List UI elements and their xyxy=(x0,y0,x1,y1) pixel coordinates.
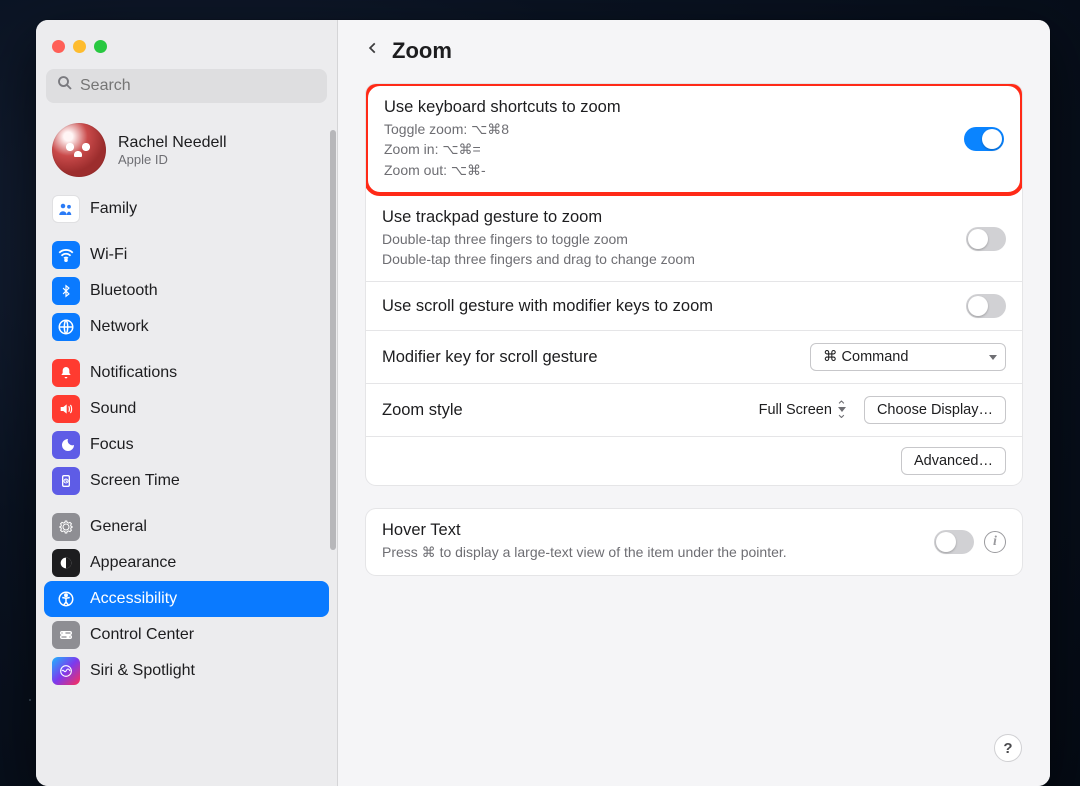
row-sub: Double-tap three fingers to toggle zoom … xyxy=(382,229,966,270)
row-hover-text: Hover Text Press ⌘ to display a large-te… xyxy=(366,509,1022,574)
sidebar-item-label: Network xyxy=(90,318,149,336)
sidebar-item-label: Notifications xyxy=(90,364,177,382)
header: Zoom xyxy=(366,38,1022,64)
family-icon xyxy=(52,195,80,223)
sidebar-item-label: Wi-Fi xyxy=(90,246,127,264)
sidebar-item-general[interactable]: General xyxy=(44,509,329,545)
close-button[interactable] xyxy=(52,40,65,53)
sidebar-item-label: General xyxy=(90,518,147,536)
bell-icon xyxy=(52,359,80,387)
sidebar-item-label: Accessibility xyxy=(90,590,177,608)
choose-display-button[interactable]: Choose Display… xyxy=(864,396,1006,424)
sidebar-item-screen-time[interactable]: Screen Time xyxy=(44,463,329,499)
wifi-icon xyxy=(52,241,80,269)
bluetooth-icon xyxy=(52,277,80,305)
row-title: Modifier key for scroll gesture xyxy=(382,348,810,367)
sidebar-list: Family Wi-Fi Bluetooth xyxy=(36,191,337,786)
search-wrap xyxy=(36,69,337,115)
avatar xyxy=(52,123,106,177)
hover-text-info-button[interactable]: i xyxy=(984,531,1006,553)
profile-subtitle: Apple ID xyxy=(118,152,227,167)
row-sub: Press ⌘ to display a large-text view of … xyxy=(382,542,934,562)
row-title: Use scroll gesture with modifier keys to… xyxy=(382,297,966,316)
sidebar-item-label: Screen Time xyxy=(90,472,180,490)
row-title: Use trackpad gesture to zoom xyxy=(382,208,966,227)
sidebar-item-sound[interactable]: Sound xyxy=(44,391,329,427)
screen-time-icon xyxy=(52,467,80,495)
sidebar-item-family[interactable]: Family xyxy=(44,191,329,227)
appearance-icon xyxy=(52,549,80,577)
sidebar-item-label: Siri & Spotlight xyxy=(90,662,195,680)
sidebar-item-label: Control Center xyxy=(90,626,194,644)
row-title: Use keyboard shortcuts to zoom xyxy=(384,98,964,117)
sidebar-item-bluetooth[interactable]: Bluetooth xyxy=(44,273,329,309)
sidebar-item-network[interactable]: Network xyxy=(44,309,329,345)
sound-icon xyxy=(52,395,80,423)
search-input[interactable] xyxy=(46,69,327,103)
page-title: Zoom xyxy=(392,38,452,64)
sidebar-item-label: Appearance xyxy=(90,554,176,572)
maximize-button[interactable] xyxy=(94,40,107,53)
sidebar-scrollbar[interactable] xyxy=(328,20,338,786)
sidebar-item-wifi[interactable]: Wi-Fi xyxy=(44,237,329,273)
search-icon xyxy=(56,74,74,92)
sidebar-item-focus[interactable]: Focus xyxy=(44,427,329,463)
select-value: ⌘ Command xyxy=(823,349,908,365)
minimize-button[interactable] xyxy=(73,40,86,53)
sidebar-item-accessibility[interactable]: Accessibility xyxy=(44,581,329,617)
zoom-style-select[interactable]: Full Screen ⌃⌄ xyxy=(747,396,854,424)
gear-icon xyxy=(52,513,80,541)
hover-text-card: Hover Text Press ⌘ to display a large-te… xyxy=(366,509,1022,574)
help-button[interactable]: ? xyxy=(994,734,1022,762)
keyboard-shortcuts-toggle[interactable] xyxy=(964,127,1004,151)
sidebar-item-control-center[interactable]: Control Center xyxy=(44,617,329,653)
sidebar-item-label: Sound xyxy=(90,400,136,418)
sidebar: Rachel Needell Apple ID Family Wi- xyxy=(36,20,338,786)
modifier-key-select[interactable]: ⌘ Command xyxy=(810,343,1006,371)
accessibility-icon xyxy=(52,585,80,613)
row-sub: Toggle zoom: ⌥⌘8 Zoom in: ⌥⌘= Zoom out: … xyxy=(384,119,964,180)
siri-icon xyxy=(52,657,80,685)
focus-icon xyxy=(52,431,80,459)
row-zoom-style: Zoom style Full Screen ⌃⌄ Choose Display… xyxy=(366,384,1022,437)
main-panel: Zoom Use keyboard shortcuts to zoom Togg… xyxy=(338,20,1050,786)
window-controls xyxy=(36,32,337,69)
advanced-button[interactable]: Advanced… xyxy=(901,447,1006,475)
chevron-up-down-icon: ⌃⌄ xyxy=(836,403,848,419)
apple-id-row[interactable]: Rachel Needell Apple ID xyxy=(36,115,337,191)
profile-name: Rachel Needell xyxy=(118,134,227,152)
system-settings-window: Rachel Needell Apple ID Family Wi- xyxy=(36,20,1050,786)
sidebar-item-label: Family xyxy=(90,200,137,218)
sidebar-item-notifications[interactable]: Notifications xyxy=(44,355,329,391)
row-title: Zoom style xyxy=(382,401,747,420)
row-keyboard-shortcuts: Use keyboard shortcuts to zoom Toggle zo… xyxy=(366,84,1022,196)
control-center-icon xyxy=(52,621,80,649)
sidebar-item-appearance[interactable]: Appearance xyxy=(44,545,329,581)
row-title: Hover Text xyxy=(382,521,934,540)
row-scroll-gesture: Use scroll gesture with modifier keys to… xyxy=(366,282,1022,331)
zoom-settings-card: Use keyboard shortcuts to zoom Toggle zo… xyxy=(366,84,1022,485)
scroll-gesture-toggle[interactable] xyxy=(966,294,1006,318)
row-modifier-key: Modifier key for scroll gesture ⌘ Comman… xyxy=(366,331,1022,384)
row-trackpad-gesture: Use trackpad gesture to zoom Double-tap … xyxy=(366,196,1022,283)
network-icon xyxy=(52,313,80,341)
back-button[interactable] xyxy=(366,38,380,64)
select-value: Full Screen xyxy=(759,402,832,418)
row-advanced: Advanced… xyxy=(366,437,1022,485)
sidebar-item-label: Focus xyxy=(90,436,134,454)
hover-text-toggle[interactable] xyxy=(934,530,974,554)
sidebar-item-siri-spotlight[interactable]: Siri & Spotlight xyxy=(44,653,329,689)
sidebar-item-label: Bluetooth xyxy=(90,282,158,300)
trackpad-gesture-toggle[interactable] xyxy=(966,227,1006,251)
